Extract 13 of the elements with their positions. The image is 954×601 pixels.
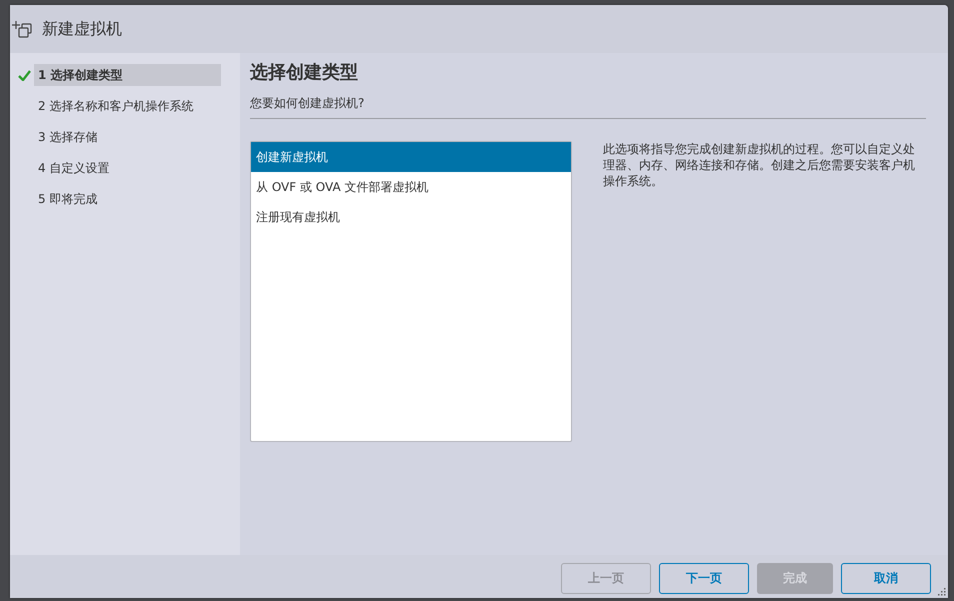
resize-grip-icon[interactable] (938, 588, 946, 596)
page-title: 选择创建类型 (250, 61, 359, 85)
page-subtitle: 您要如何创建虚拟机? (250, 94, 926, 119)
wizard-step[interactable]: 5 即将完成 (34, 188, 221, 210)
option-description: 此选项将指导您完成创建新虚拟机的过程。您可以自定义处理器、内存、网络连接和存储。创建之后您需要安装客户机操作系统。 (603, 141, 916, 190)
wizard-step[interactable]: 1 选择创建类型 (34, 64, 221, 86)
window-title: 新建虚拟机 (42, 18, 122, 40)
list-option[interactable]: 注册现有虚拟机 (251, 202, 571, 232)
list-option[interactable]: 从 OVF 或 OVA 文件部署虚拟机 (251, 172, 571, 202)
list-option[interactable]: 创建新虚拟机 (251, 142, 571, 172)
wizard-step[interactable]: 4 自定义设置 (34, 157, 221, 179)
wizard-step[interactable]: 3 选择存储 (34, 126, 221, 148)
wizard-step[interactable]: 2 选择名称和客户机操作系统 (34, 95, 221, 117)
